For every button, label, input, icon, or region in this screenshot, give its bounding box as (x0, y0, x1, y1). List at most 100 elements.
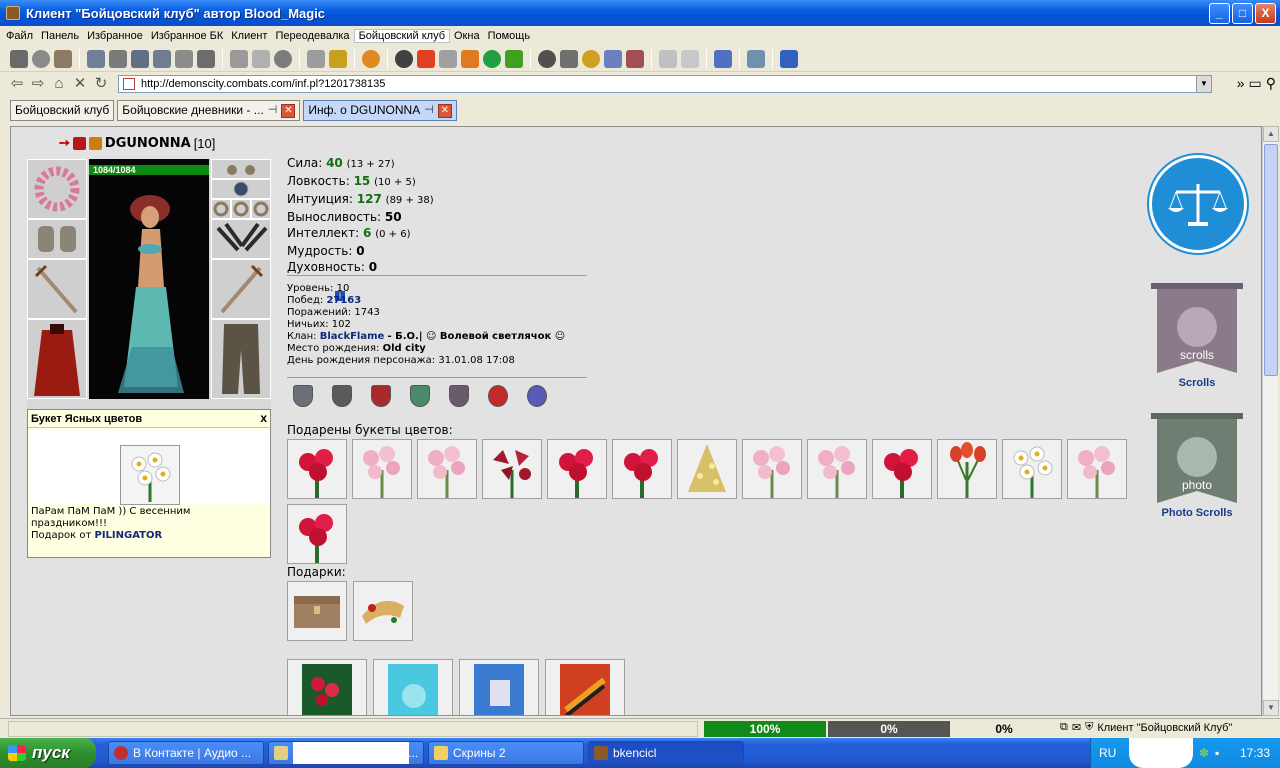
slot-ring-2[interactable] (231, 199, 251, 219)
badge-shield-icon[interactable] (332, 385, 352, 407)
gift-horn[interactable] (353, 581, 413, 641)
shield-status-icon[interactable]: ⛨ (1085, 721, 1093, 734)
close-button[interactable]: X (1255, 3, 1276, 24)
group-icon[interactable] (153, 49, 171, 68)
copy-status-icon[interactable]: ⧉ (1060, 721, 1068, 734)
flower-pink-blossom[interactable] (807, 439, 867, 499)
task-vkontakte[interactable]: В Контакте | Аудио ... (108, 741, 264, 765)
pin-icon[interactable]: ⊣ (424, 101, 434, 120)
flower-dark-red-lilies[interactable] (482, 439, 542, 499)
badge-shield-icon[interactable] (371, 385, 391, 407)
castle-icon[interactable] (626, 49, 644, 68)
maximize-button[interactable]: □ (1232, 3, 1253, 24)
slot-weapon[interactable] (27, 259, 87, 319)
go-icon[interactable]: » (1237, 75, 1245, 92)
flower-golden-tree[interactable] (677, 439, 737, 499)
menu-client[interactable]: Клиент (227, 30, 271, 42)
forward-icon[interactable]: ⇨ (29, 75, 47, 93)
badge-shield-icon[interactable] (293, 385, 313, 407)
scroll-thumb[interactable] (1264, 144, 1278, 376)
tab-char-info[interactable]: Инф. о DGUNONNA ⊣ ✕ (303, 100, 457, 121)
close-icon[interactable]: x (260, 411, 267, 425)
person-icon[interactable] (175, 49, 193, 68)
close-tab-icon[interactable]: ✕ (281, 103, 296, 118)
bug-icon[interactable] (329, 49, 347, 68)
stop-icon[interactable]: ✕ (71, 75, 89, 93)
start-button[interactable]: пуск (0, 738, 96, 768)
tray-app-icon[interactable]: ✽ (1199, 746, 1209, 760)
slot-wreath[interactable] (27, 159, 87, 219)
menu-favorites[interactable]: Избранное (83, 30, 147, 42)
user-icon[interactable] (109, 49, 127, 68)
send-icon[interactable] (780, 49, 798, 68)
postcard-may-9[interactable] (459, 659, 539, 715)
tab-diaries[interactable]: Бойцовские дневники - ... ⊣ ✕ (117, 100, 301, 121)
tools-icon[interactable] (197, 49, 215, 68)
photo-scrolls-label[interactable]: Photo Scrolls (1147, 507, 1247, 519)
euro-icon[interactable] (483, 49, 501, 68)
download-icon[interactable] (505, 49, 523, 68)
vertical-scrollbar[interactable]: ▲ ▼ (1262, 126, 1279, 716)
scroll-up-icon[interactable]: ▲ (1263, 126, 1279, 142)
pin-icon[interactable]: ⊣ (268, 101, 278, 120)
search-icon[interactable]: ⚲ (1266, 75, 1276, 92)
bookmark-icon[interactable] (714, 49, 732, 68)
swords-icon[interactable] (560, 49, 578, 68)
menu-dressing[interactable]: Переодевалка (271, 30, 353, 42)
badge-rose-icon[interactable] (488, 385, 508, 407)
task-bkencicl[interactable]: bkencicl (588, 741, 744, 765)
refresh-icon[interactable]: ↻ (92, 75, 110, 93)
slot-ring-1[interactable] (211, 199, 231, 219)
clan-link[interactable]: BlackFlame (320, 331, 385, 342)
flower-pink-blossom[interactable] (417, 439, 477, 499)
heart-icon[interactable] (417, 49, 435, 68)
bomb-icon[interactable] (395, 49, 413, 68)
flower-pink-blossom[interactable] (1067, 439, 1127, 499)
chain-icon[interactable] (307, 49, 325, 68)
flower-pink-blossom[interactable] (742, 439, 802, 499)
flower-red-roses[interactable] (287, 439, 347, 499)
badge-emblem-icon[interactable] (527, 385, 547, 407)
info-icon[interactable] (681, 49, 699, 68)
mail-status-icon[interactable]: ✉ (1072, 721, 1081, 734)
badge-shield-icon[interactable] (410, 385, 430, 407)
gauge-icon[interactable] (362, 49, 380, 68)
home-icon[interactable]: ⌂ (50, 75, 68, 93)
cart-icon[interactable] (747, 49, 765, 68)
postcard-flowers[interactable] (287, 659, 367, 715)
flower-red-roses[interactable] (287, 504, 347, 564)
flower-red-roses[interactable] (612, 439, 672, 499)
settings-icon[interactable] (32, 49, 50, 68)
slot-legs[interactable] (211, 319, 271, 399)
menu-favorites-bk[interactable]: Избранное БК (147, 30, 227, 42)
flower-red-roses[interactable] (547, 439, 607, 499)
flower-pink-blossom[interactable] (352, 439, 412, 499)
flower-daisies[interactable] (1002, 439, 1062, 499)
tray-network-icon[interactable]: ▪ (1215, 746, 1219, 760)
postcard-blue[interactable] (373, 659, 453, 715)
medal-icon[interactable] (582, 49, 600, 68)
url-input[interactable]: http://demonscity.combats.com/inf.pl?120… (118, 75, 1212, 93)
flower-red-roses[interactable] (872, 439, 932, 499)
menu-help[interactable]: Помощь (484, 30, 535, 42)
task-screens[interactable]: Скрины 2 (428, 741, 584, 765)
close-tab-icon[interactable]: ✕ (437, 103, 452, 118)
photo-scrolls-banner[interactable]: photo Photo Scrolls (1147, 411, 1247, 519)
slot-offhand[interactable] (211, 259, 271, 319)
gift-chest[interactable] (287, 581, 347, 641)
task-window[interactable]: Окн... (268, 741, 424, 765)
slot-earrings[interactable] (211, 159, 271, 179)
postcard-victory[interactable] (545, 659, 625, 715)
slot-gloves[interactable] (27, 219, 87, 259)
url-dropdown-icon[interactable]: ▼ (1196, 76, 1211, 92)
slot-armor[interactable] (27, 319, 87, 399)
language-indicator[interactable]: RU (1099, 746, 1116, 760)
yin-yang-icon[interactable] (538, 49, 556, 68)
scroll-down-icon[interactable]: ▼ (1263, 700, 1279, 716)
inventory-icon[interactable] (54, 49, 72, 68)
badge-shield-icon[interactable] (449, 385, 469, 407)
minimize-button[interactable]: _ (1209, 3, 1230, 24)
back-icon[interactable]: ⇦ (8, 75, 26, 93)
flower-tulips[interactable] (937, 439, 997, 499)
arrow-up-icon[interactable] (461, 49, 479, 68)
